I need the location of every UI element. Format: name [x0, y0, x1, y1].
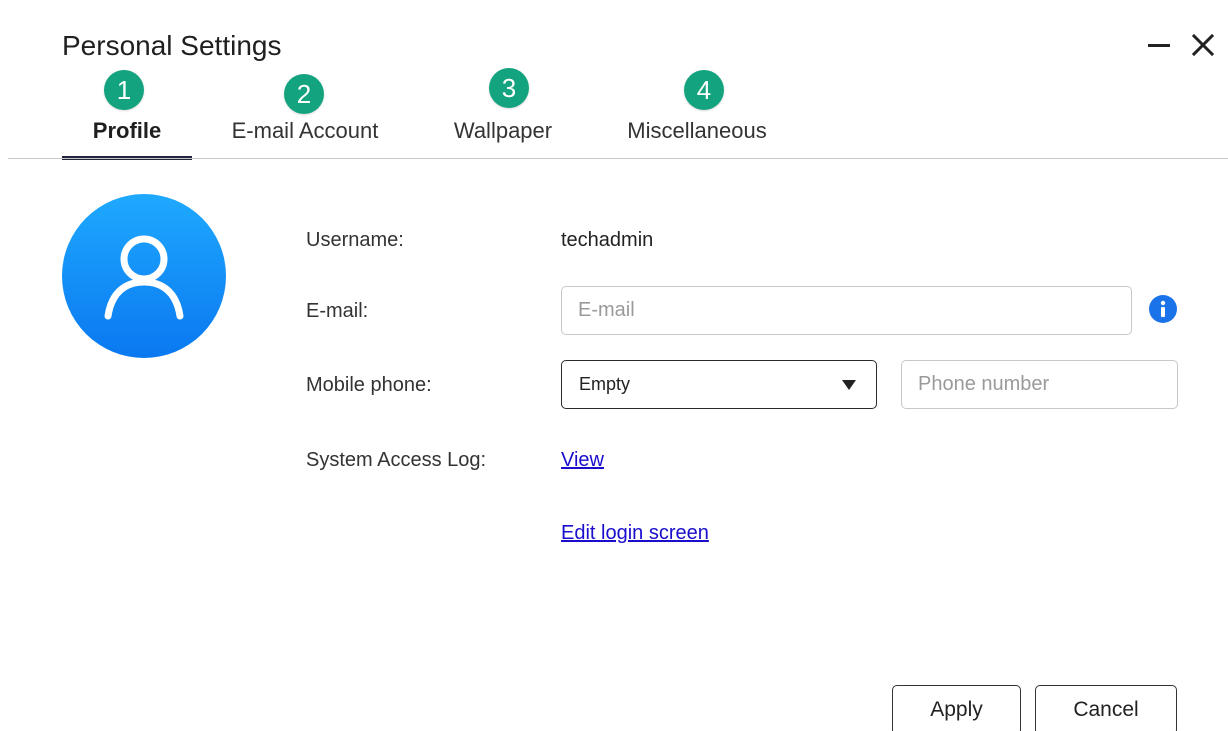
- avatar: [62, 194, 226, 358]
- tab-label: Miscellaneous: [627, 118, 767, 143]
- apply-button[interactable]: Apply: [892, 685, 1021, 731]
- step-marker-1: 1: [104, 70, 144, 110]
- cancel-button[interactable]: Cancel: [1035, 685, 1177, 731]
- username-value: techadmin: [561, 229, 654, 251]
- edit-login-screen-link[interactable]: Edit login screen: [561, 521, 709, 545]
- email-input[interactable]: [561, 286, 1132, 335]
- tabs-divider: [8, 158, 1228, 159]
- phone-number-input[interactable]: [901, 360, 1178, 409]
- tab-label: Wallpaper: [453, 118, 553, 143]
- mobile-phone-label: Mobile phone:: [306, 374, 432, 396]
- caret-down-icon: [842, 379, 856, 390]
- tab-label: E-mail Account: [231, 118, 379, 143]
- view-access-log-link[interactable]: View: [561, 448, 604, 472]
- tab-bar: Profile E-mail Account Wallpaper Miscell…: [0, 100, 1228, 160]
- step-marker-4: 4: [684, 70, 724, 110]
- tab-label: Profile: [92, 118, 162, 143]
- tab-wallpaper[interactable]: Wallpaper: [440, 100, 566, 158]
- info-icon: [1160, 300, 1166, 317]
- step-marker-3: 3: [489, 68, 529, 108]
- step-marker-2: 2: [284, 74, 324, 114]
- personal-settings-window: Personal Settings Profile E-mail Account…: [0, 0, 1228, 731]
- user-icon: [104, 235, 184, 320]
- country-code-selected: Empty: [579, 374, 631, 394]
- minimize-button[interactable]: [1142, 28, 1176, 62]
- country-code-select[interactable]: Empty: [561, 360, 877, 409]
- close-button[interactable]: [1186, 28, 1220, 62]
- window-title: Personal Settings: [62, 30, 282, 61]
- close-icon: [1191, 33, 1215, 57]
- email-label: E-mail:: [306, 300, 369, 322]
- username-label: Username:: [306, 229, 404, 251]
- minimize-icon: [1148, 44, 1170, 47]
- system-access-log-label: System Access Log:: [306, 449, 487, 471]
- info-button[interactable]: [1149, 295, 1177, 323]
